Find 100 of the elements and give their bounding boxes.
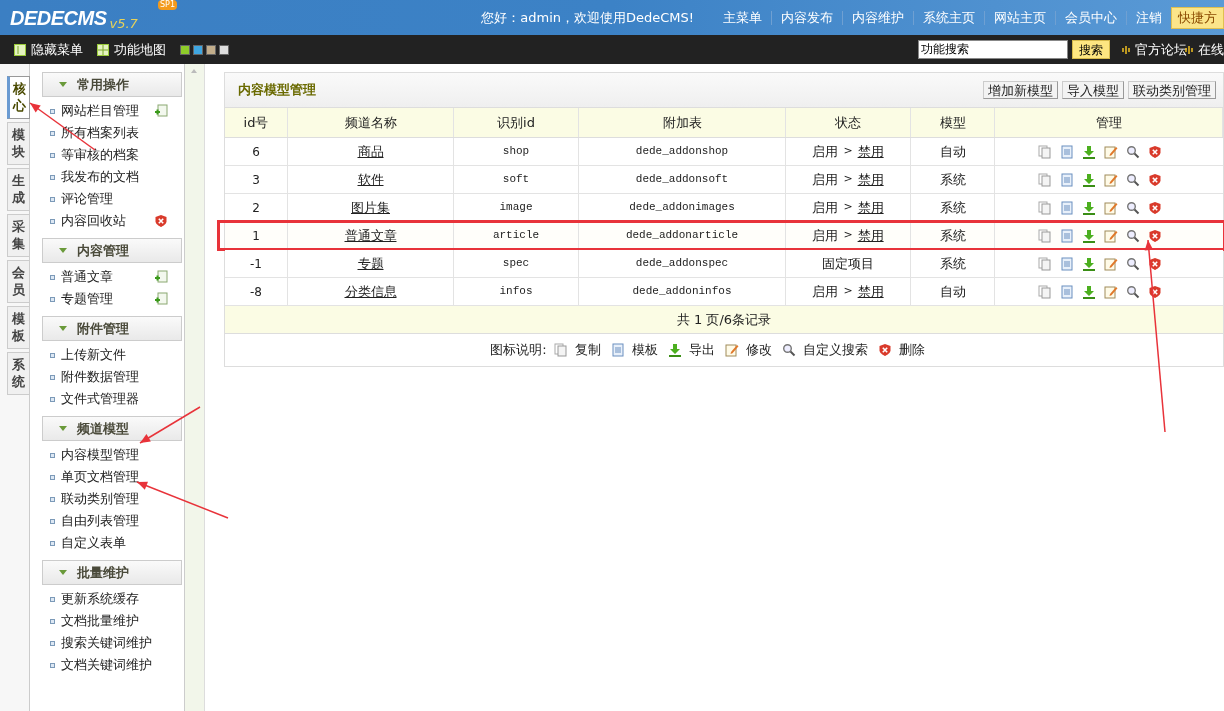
toolbar-link[interactable]: 隐藏菜单 <box>14 39 83 60</box>
side-tab[interactable]: 模块 <box>7 122 30 165</box>
menu-link[interactable]: 搜索关键词维护 <box>61 633 152 653</box>
download-icon[interactable] <box>667 343 682 357</box>
edit-icon[interactable] <box>1104 284 1118 299</box>
theme-swatch[interactable] <box>180 44 190 55</box>
side-tab[interactable]: 生成 <box>7 168 30 211</box>
download-icon[interactable] <box>1082 284 1096 299</box>
delete-icon[interactable] <box>1148 200 1162 215</box>
edit-icon[interactable] <box>1104 200 1118 215</box>
shortcut-button[interactable]: 快捷方 <box>1171 6 1224 29</box>
channel-link[interactable]: 普通文章 <box>344 225 397 246</box>
column-header: 频道名称 <box>288 108 454 137</box>
menu-link[interactable]: 更新系统缓存 <box>61 589 139 609</box>
search-field[interactable]: 功能搜索 <box>918 40 1068 59</box>
side-tab[interactable]: 核心 <box>7 76 30 119</box>
menu-link[interactable]: 附件数据管理 <box>61 367 139 387</box>
nav-link[interactable]: 内容发布 <box>772 7 842 28</box>
panel-button[interactable]: 联动类别管理 <box>1128 81 1216 99</box>
delete-icon[interactable] <box>153 214 168 228</box>
edit-icon[interactable] <box>1104 256 1118 271</box>
search-icon[interactable] <box>781 343 796 357</box>
panel-title: 内容模型管理 <box>238 81 316 100</box>
menu-link[interactable]: 文档批量维护 <box>61 611 139 631</box>
channel-link[interactable]: 分类信息 <box>344 281 397 302</box>
toolbar-link[interactable]: 在线 <box>1185 39 1224 60</box>
toolbar-link[interactable]: 官方论坛 <box>1122 39 1187 60</box>
theme-swatch[interactable] <box>193 44 203 55</box>
disable-link[interactable]: 禁用 <box>857 197 884 218</box>
search-icon[interactable] <box>1126 200 1140 215</box>
channel-link[interactable]: 图片集 <box>351 197 390 218</box>
caret-down-icon <box>59 82 67 87</box>
menu-link[interactable]: 文件式管理器 <box>61 389 139 409</box>
disable-link[interactable]: 禁用 <box>857 225 884 246</box>
channel-link[interactable]: 专题 <box>357 253 384 274</box>
add-document-icon[interactable] <box>153 270 168 284</box>
edit-icon[interactable] <box>724 343 739 357</box>
menu-link[interactable]: 内容回收站 <box>61 211 126 231</box>
menu-link[interactable]: 内容模型管理 <box>61 445 139 465</box>
section-header[interactable]: 内容管理 <box>42 238 182 263</box>
nav-link[interactable]: 内容维护 <box>843 7 913 28</box>
search-icon[interactable] <box>1126 228 1140 243</box>
menu-link[interactable]: 评论管理 <box>61 189 113 209</box>
side-tab[interactable]: 系统 <box>7 352 30 395</box>
search-icon[interactable] <box>1126 256 1140 271</box>
menu-link[interactable]: 自由列表管理 <box>61 511 139 531</box>
side-tab[interactable]: 采集 <box>7 214 30 257</box>
menu-link[interactable]: 单页文档管理 <box>61 467 139 487</box>
theme-swatch[interactable] <box>219 44 229 55</box>
table-cell: dede_addonsoft <box>579 166 786 193</box>
menu-link[interactable]: 专题管理 <box>61 289 113 309</box>
edit-icon[interactable] <box>1104 144 1118 159</box>
menu-link[interactable]: 所有档案列表 <box>61 123 139 143</box>
section-header[interactable]: 频道模型 <box>42 416 182 441</box>
panel-button[interactable]: 导入模型 <box>1062 81 1124 99</box>
section-header[interactable]: 常用操作 <box>42 72 182 97</box>
edit-icon[interactable] <box>1104 172 1118 187</box>
menu-link[interactable]: 自定义表单 <box>61 533 126 553</box>
panel-button[interactable]: 增加新模型 <box>983 81 1058 99</box>
nav-link[interactable]: 主菜单 <box>714 7 771 28</box>
download-icon[interactable] <box>1082 200 1096 215</box>
bullet-icon <box>50 374 55 380</box>
caret-down-icon <box>59 426 67 431</box>
theme-swatch[interactable] <box>206 44 216 55</box>
edit-icon[interactable] <box>1104 228 1118 243</box>
separator-text: > <box>843 171 853 188</box>
section-header[interactable]: 附件管理 <box>42 316 182 341</box>
delete-icon[interactable] <box>1148 284 1162 299</box>
delete-icon[interactable] <box>1148 256 1162 271</box>
disable-link[interactable]: 禁用 <box>857 169 884 190</box>
download-icon[interactable] <box>1082 256 1096 271</box>
menu-link[interactable]: 等审核的档案 <box>61 145 139 165</box>
menu-link[interactable]: 文档关键词维护 <box>61 655 152 675</box>
menu-link[interactable]: 普通文章 <box>61 267 113 287</box>
search-icon[interactable] <box>1126 172 1140 187</box>
disable-link[interactable]: 禁用 <box>857 281 884 302</box>
download-icon[interactable] <box>1082 172 1096 187</box>
menu-link[interactable]: 网站栏目管理 <box>61 101 139 121</box>
menu-link[interactable]: 联动类别管理 <box>61 489 139 509</box>
delete-icon[interactable] <box>1148 144 1162 159</box>
delete-icon[interactable] <box>1148 228 1162 243</box>
menu-link[interactable]: 我发布的文档 <box>61 167 139 187</box>
delete-icon[interactable] <box>1148 172 1162 187</box>
add-document-icon[interactable] <box>153 104 168 118</box>
search-icon[interactable] <box>1126 144 1140 159</box>
search-icon[interactable] <box>1126 284 1140 299</box>
add-document-icon[interactable] <box>153 292 168 306</box>
section-header[interactable]: 批量维护 <box>42 560 182 585</box>
disable-link[interactable]: 禁用 <box>857 141 884 162</box>
status-text: 固定项目 <box>822 254 874 273</box>
side-tab[interactable]: 模板 <box>7 306 30 349</box>
channel-link[interactable]: 商品 <box>357 141 384 162</box>
menu-link[interactable]: 上传新文件 <box>61 345 126 365</box>
toolbar-link[interactable]: 功能地图 <box>97 39 166 60</box>
download-icon[interactable] <box>1082 144 1096 159</box>
delete-icon[interactable] <box>877 343 892 357</box>
download-icon[interactable] <box>1082 228 1096 243</box>
side-tab[interactable]: 会员 <box>7 260 30 303</box>
search-button[interactable]: 搜索 <box>1072 40 1110 59</box>
channel-link[interactable]: 软件 <box>357 169 384 190</box>
